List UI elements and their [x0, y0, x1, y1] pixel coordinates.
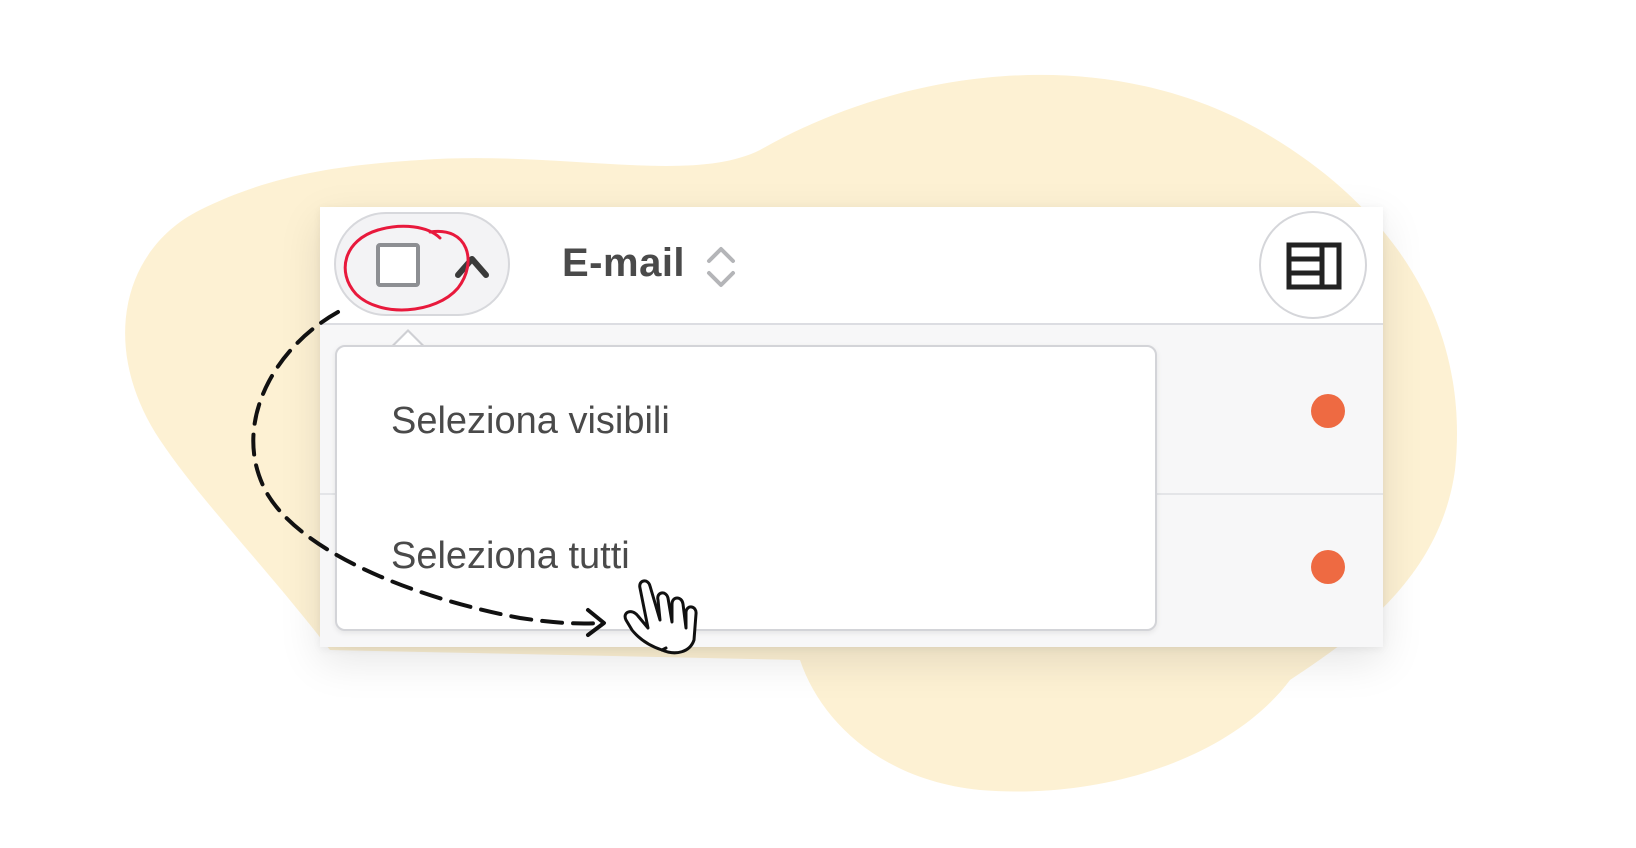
- dropdown-pointer-fill: [394, 332, 422, 346]
- column-settings-button[interactable]: [1259, 211, 1367, 319]
- menu-item-select-visible[interactable]: Seleziona visibili: [337, 347, 1155, 483]
- status-dot: [1311, 394, 1345, 428]
- illustration-stage: E-mail Seleziona visibili Seleziona tutt…: [0, 0, 1636, 848]
- select-all-dropdown-toggle[interactable]: [334, 212, 510, 316]
- chevron-up-icon[interactable]: [452, 249, 492, 281]
- column-layout-icon: [1286, 242, 1342, 290]
- select-all-checkbox[interactable]: [376, 243, 420, 287]
- column-header-email[interactable]: E-mail: [562, 241, 685, 286]
- sort-up-down-icon[interactable]: [703, 244, 739, 290]
- menu-item-label: Seleziona tutti: [391, 535, 630, 577]
- menu-item-select-all[interactable]: Seleziona tutti: [337, 483, 1155, 619]
- menu-item-label: Seleziona visibili: [391, 400, 670, 442]
- select-options-menu: Seleziona visibili Seleziona tutti: [335, 345, 1157, 631]
- table-header: E-mail: [320, 207, 1383, 325]
- status-dot: [1311, 550, 1345, 584]
- email-table-card: E-mail Seleziona visibili Seleziona tutt…: [320, 207, 1383, 647]
